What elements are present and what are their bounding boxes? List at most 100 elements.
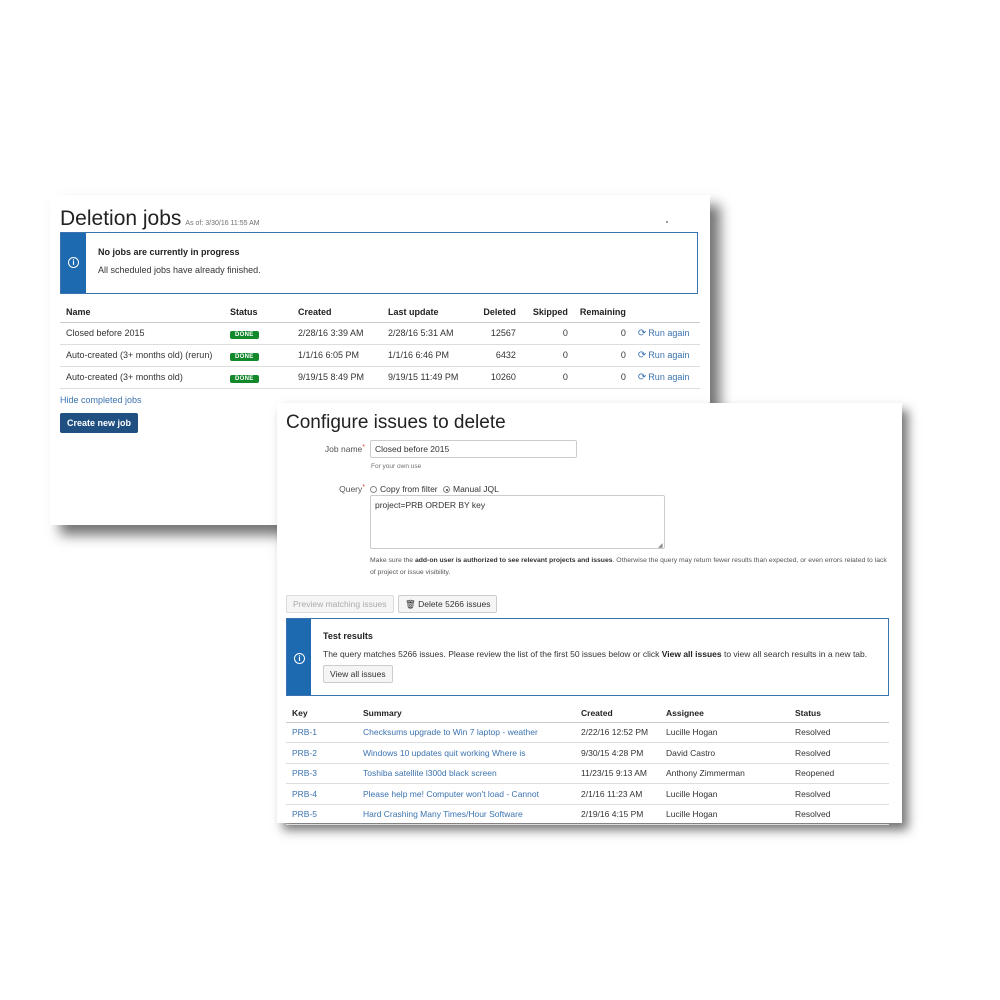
issue-summary-link[interactable]: Hard Crashing Many Times/Hour Software — [357, 804, 575, 825]
run-again-label: Run again — [648, 349, 690, 360]
results-text-start: The query matches 5266 issues. Please re… — [323, 649, 662, 659]
issue-key-link[interactable]: PRB-1 — [286, 722, 357, 743]
issue-assignee: Lucille Hogan — [660, 804, 789, 825]
table-row: Closed before 2015 DONE 2/28/16 3:39 AM … — [60, 322, 700, 345]
query-mode-radios: Copy from filter Manual JQL — [370, 484, 499, 494]
job-skipped: 0 — [521, 344, 574, 367]
job-name-label-text: Job name — [324, 444, 363, 454]
job-last-update: 2/28/16 5:31 AM — [381, 322, 474, 345]
issue-created: 9/30/15 4:28 PM — [575, 742, 660, 764]
issue-key-link[interactable]: PRB-5 — [286, 804, 357, 825]
radio-button-selected[interactable] — [443, 486, 450, 493]
copy-from-filter-option[interactable]: Copy from filter — [370, 484, 438, 494]
job-skipped: 0 — [521, 322, 574, 345]
issue-created: 2/19/16 4:15 PM — [575, 804, 660, 825]
configure-issues-panel: Configure issues to delete Job name* For… — [277, 403, 902, 825]
issue-key-link[interactable]: PRB-4 — [286, 783, 357, 805]
results-message: The query matches 5266 issues. Please re… — [323, 649, 867, 659]
table-row: PRB-5 Hard Crashing Many Times/Hour Soft… — [286, 804, 889, 825]
refresh-icon: ⟳ — [637, 349, 647, 361]
view-all-issues-button[interactable]: View all issues — [323, 665, 393, 683]
column-header-status: Status — [223, 303, 292, 323]
issue-created: 11/23/15 9:13 AM — [575, 763, 660, 784]
issue-summary-link[interactable]: Windows 10 updates quit working Where is — [357, 742, 575, 764]
authorization-warning: Make sure the add-on user is authorized … — [370, 555, 890, 579]
column-header-last-update: Last update — [381, 303, 474, 323]
no-jobs-info-message: i No jobs are currently in progress All … — [60, 232, 698, 294]
column-header-name: Name — [60, 303, 224, 323]
dot-decoration — [666, 221, 668, 223]
job-name-hint: For your own use — [371, 463, 422, 470]
job-name: Closed before 2015 — [60, 322, 224, 345]
refresh-icon: ⟳ — [637, 327, 647, 339]
table-row: PRB-2 Windows 10 updates quit working Wh… — [286, 742, 889, 764]
issue-created: 2/1/16 11:23 AM — [575, 783, 660, 805]
jobs-table: Name Status Created Last update Deleted … — [60, 303, 700, 389]
column-header-key: Key — [286, 704, 357, 723]
job-name-input[interactable] — [370, 440, 577, 458]
job-deleted: 6432 — [473, 344, 522, 367]
run-again-link[interactable]: ⟳ Run again — [631, 366, 700, 389]
jql-textarea[interactable]: project=PRB ORDER BY key — [370, 495, 665, 549]
job-last-update: 1/1/16 6:46 PM — [381, 344, 474, 367]
copy-from-filter-label: Copy from filter — [380, 484, 438, 494]
issue-status: Resolved — [789, 804, 889, 825]
column-header-created: Created — [291, 303, 382, 323]
issue-summary-link[interactable]: Checksums upgrade to Win 7 laptop - weat… — [357, 722, 575, 743]
manual-jql-label: Manual JQL — [453, 484, 499, 494]
as-of-timestamp: As of: 3/30/16 11:55 AM — [185, 220, 260, 227]
table-row: Auto-created (3+ months old) (rerun) DON… — [60, 344, 700, 367]
issue-assignee: Lucille Hogan — [660, 783, 789, 805]
refresh-icon: ⟳ — [637, 371, 647, 383]
issue-status: Resolved — [789, 722, 889, 743]
create-new-job-button[interactable]: Create new job — [60, 413, 139, 433]
table-row: Auto-created (3+ months old) DONE 9/19/1… — [60, 366, 700, 389]
radio-button[interactable] — [370, 486, 377, 493]
status-badge: DONE — [229, 374, 259, 383]
issue-summary-link[interactable]: Toshiba satellite l300d black screen — [357, 763, 575, 784]
results-text-bold: View all issues — [661, 649, 722, 659]
run-again-link[interactable]: ⟳ Run again — [631, 322, 700, 345]
column-header-summary: Summary — [357, 704, 575, 723]
resize-handle-icon[interactable]: ◢ — [658, 542, 663, 549]
results-heading: Test results — [323, 631, 373, 641]
issue-status: Resolved — [789, 742, 889, 764]
table-header-row: Key Summary Created Assignee Status — [286, 704, 889, 723]
table-row: PRB-3 Toshiba satellite l300d black scre… — [286, 763, 889, 784]
issue-assignee: Anthony Zimmerman — [660, 763, 789, 784]
info-message: All scheduled jobs have already finished… — [98, 265, 261, 275]
issues-table: Key Summary Created Assignee Status PRB-… — [286, 704, 889, 825]
warning-text-bold: add-on user is authorized to see relevan… — [414, 557, 613, 564]
column-header-action — [631, 303, 700, 323]
job-remaining: 0 — [573, 322, 632, 345]
job-created: 1/1/16 6:05 PM — [291, 344, 382, 367]
job-skipped: 0 — [521, 366, 574, 389]
status-badge: DONE — [229, 330, 259, 339]
issue-status: Reopened — [789, 763, 889, 784]
column-header-assignee: Assignee — [660, 704, 789, 723]
issue-summary-link[interactable]: Please help me! Computer won't load - Ca… — [357, 783, 575, 805]
column-header-remaining: Remaining — [573, 303, 632, 323]
issue-key-link[interactable]: PRB-2 — [286, 742, 357, 764]
results-text-end: to view all search results in a new tab. — [721, 649, 868, 659]
job-remaining: 0 — [573, 344, 632, 367]
table-header-row: Name Status Created Last update Deleted … — [60, 303, 700, 323]
trash-icon: 🗑 — [405, 598, 416, 609]
info-icon: i — [294, 653, 305, 664]
run-again-label: Run again — [648, 327, 690, 338]
issue-assignee: David Castro — [660, 742, 789, 764]
test-results-message: i Test results The query matches 5266 is… — [286, 618, 889, 696]
hide-completed-jobs-link[interactable]: Hide completed jobs — [60, 395, 142, 405]
info-icon: i — [68, 257, 79, 268]
delete-issues-button[interactable]: 🗑 Delete 5266 issues — [398, 595, 498, 613]
job-name-label: Job name* — [297, 444, 365, 454]
issue-key-link[interactable]: PRB-3 — [286, 763, 357, 784]
job-last-update: 9/19/15 11:49 PM — [381, 366, 474, 389]
column-header-deleted: Deleted — [473, 303, 522, 323]
job-deleted: 12567 — [473, 322, 522, 345]
preview-matching-issues-button[interactable]: Preview matching issues — [286, 595, 394, 613]
run-again-label: Run again — [648, 371, 690, 382]
manual-jql-option[interactable]: Manual JQL — [443, 484, 499, 494]
run-again-link[interactable]: ⟳ Run again — [631, 344, 700, 367]
column-header-status: Status — [789, 704, 889, 723]
